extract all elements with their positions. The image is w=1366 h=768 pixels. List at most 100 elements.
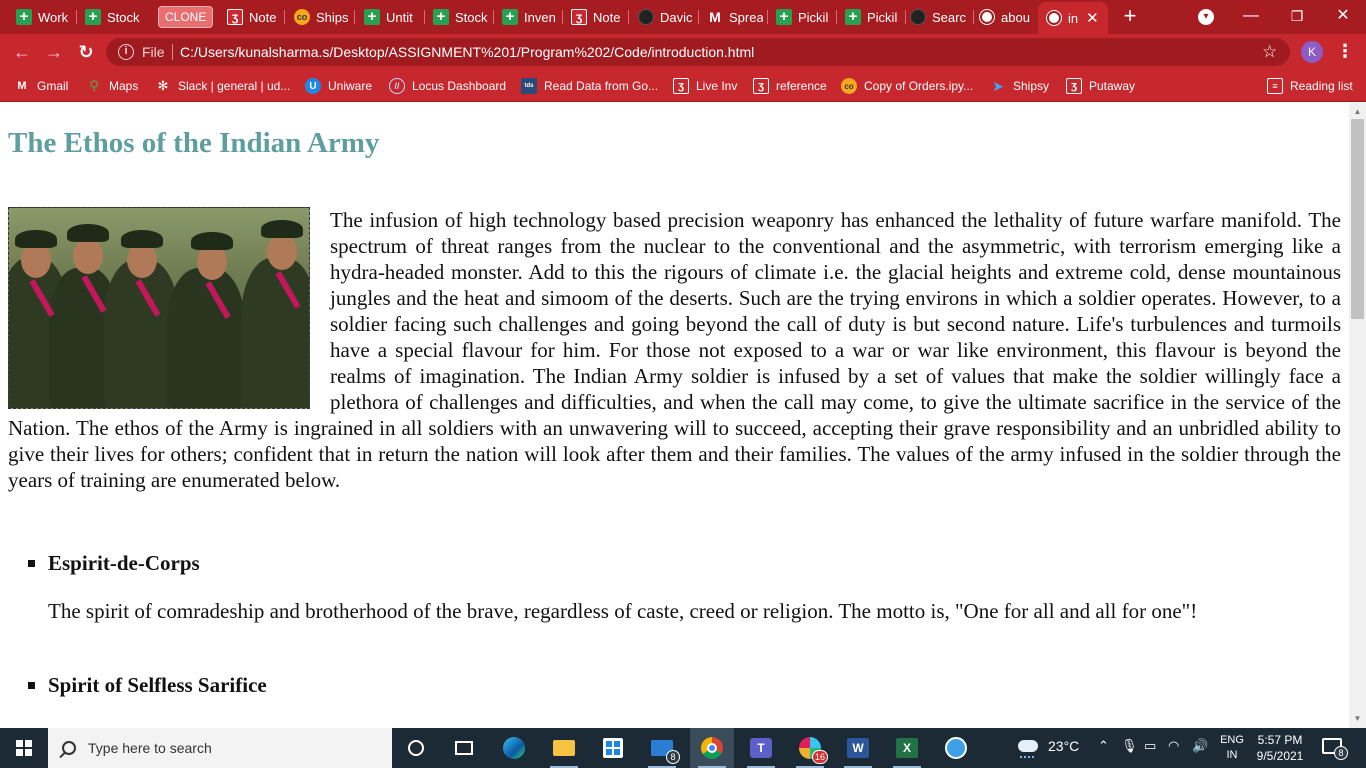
bookmark-read-data[interactable]: Read Data from Go... (521, 77, 658, 95)
minimize-icon[interactable]: — (1236, 4, 1266, 28)
tab-github-search[interactable]: Searc (910, 5, 970, 29)
tab-note-2[interactable]: Note (571, 5, 623, 29)
profile-avatar[interactable]: K (1301, 41, 1323, 63)
tab-inventory[interactable]: Inven (502, 5, 556, 29)
volume-icon[interactable]: 🔊 (1192, 738, 1208, 754)
list-item: Spirit of Selfless Sarifice (28, 672, 1341, 698)
bookmark-reference[interactable]: reference (753, 77, 827, 95)
tab-label: in (1068, 10, 1079, 26)
bookmark-gmail[interactable]: Gmail (14, 77, 68, 95)
windows-taskbar: Type here to search 8 T 16 W X 23°C ⌃ 🎙 … (0, 728, 1366, 768)
menu-kebab-icon[interactable]: ⋮ (1336, 39, 1354, 65)
close-window-icon[interactable]: ✕ (1328, 4, 1358, 28)
microphone-icon[interactable]: 🎙 (1121, 738, 1138, 754)
bookmark-live-inv[interactable]: Live Inv (673, 77, 737, 95)
tab-note[interactable]: Note (227, 5, 279, 29)
bookmark-star-icon[interactable]: ☆ (1262, 42, 1277, 62)
excel-taskbar-button[interactable]: X (893, 734, 921, 768)
weather-widget[interactable]: 23°C (1018, 738, 1080, 758)
tab-stock[interactable]: Stock (85, 5, 141, 29)
battery-icon[interactable]: ▭ (1144, 738, 1156, 754)
system-clock[interactable]: 5:57 PM 9/5/2021 (1254, 732, 1306, 764)
slack-taskbar-button[interactable]: 16 (796, 734, 828, 768)
tab-separator (562, 10, 563, 24)
close-tab-icon[interactable]: ✕ (1086, 9, 1099, 27)
bookmark-shipsy[interactable]: Shipsy (990, 77, 1049, 95)
notebook-icon (1066, 78, 1082, 94)
sheets-icon (776, 9, 792, 25)
github-icon (910, 9, 926, 25)
tab-picking-2[interactable]: Pickil (845, 5, 901, 29)
address-bar[interactable]: i File C:/Users/kunalsharma.s/Desktop/AS… (106, 38, 1290, 66)
tab-picking[interactable]: Pickil (776, 5, 832, 29)
mail-taskbar-button[interactable]: 8 (648, 734, 680, 768)
tab-github-david[interactable]: Davic (638, 5, 694, 29)
tab-separator (76, 10, 77, 24)
tab-introduction-active[interactable]: in ✕ (1038, 2, 1108, 34)
tab-clone[interactable]: CLONE (158, 6, 214, 28)
tab-stock-2[interactable]: Stock (433, 5, 489, 29)
info-icon[interactable]: i (118, 44, 134, 60)
sheets-icon (433, 9, 449, 25)
tab-untitled[interactable]: Untit (364, 5, 418, 29)
temperature: 23°C (1048, 738, 1080, 754)
tab-separator (698, 10, 699, 24)
notification-badge: 8 (1334, 746, 1348, 760)
reading-list-button[interactable]: Reading list (1267, 77, 1353, 95)
tab-about[interactable]: abou (979, 5, 1035, 29)
language-indicator[interactable]: ENG IN (1219, 733, 1245, 763)
gmail-icon (707, 9, 723, 25)
bookmark-copy-orders[interactable]: Copy of Orders.ipy... (841, 77, 973, 95)
scroll-up-arrow-icon[interactable]: ▲ (1349, 105, 1366, 119)
tab-ships[interactable]: Ships (294, 5, 350, 29)
task-view-button[interactable] (450, 734, 478, 762)
globe-icon (1046, 10, 1062, 26)
reading-list-label: Reading list (1290, 79, 1353, 93)
sheets-icon (16, 9, 32, 25)
edge-taskbar-button[interactable] (500, 734, 528, 762)
forward-arrow-icon[interactable]: → (42, 40, 66, 64)
bookmark-locus[interactable]: Locus Dashboard (389, 77, 506, 95)
browser-app-taskbar-button[interactable] (942, 734, 970, 762)
bookmark-label: Putaway (1089, 79, 1136, 93)
cortana-button[interactable] (402, 734, 430, 762)
bookmarks-bar: Gmail Maps Slack | general | ud... Uniwa… (0, 70, 1366, 102)
colab-icon (294, 9, 310, 25)
show-hidden-icons-chevron-icon[interactable]: ⌃ (1098, 738, 1109, 754)
new-tab-button[interactable]: + (1119, 4, 1141, 28)
taskbar-search-box[interactable]: Type here to search (48, 728, 392, 768)
start-button[interactable] (0, 728, 48, 768)
file-explorer-taskbar-button[interactable] (550, 734, 578, 768)
edge-icon (503, 737, 525, 759)
bookmark-uniware[interactable]: Uniware (305, 77, 372, 95)
reading-list-icon (1267, 78, 1283, 94)
scroll-down-arrow-icon[interactable]: ▼ (1349, 712, 1366, 726)
teams-taskbar-button[interactable]: T (747, 734, 775, 768)
tab-separator (284, 10, 285, 24)
reload-icon[interactable]: ↻ (74, 40, 98, 64)
bookmark-slack[interactable]: Slack | general | ud... (155, 77, 290, 95)
restore-icon[interactable]: ❐ (1282, 4, 1312, 28)
bookmark-maps[interactable]: Maps (86, 77, 138, 95)
bookmark-label: Shipsy (1013, 79, 1050, 93)
vertical-scrollbar[interactable]: ▲ ▼ (1349, 103, 1366, 728)
tab-separator (836, 10, 837, 24)
scrollbar-thumb[interactable] (1351, 119, 1364, 319)
url-text[interactable]: C:/Users/kunalsharma.s/Desktop/ASSIGNMEN… (180, 44, 754, 60)
tab-label: Note (249, 9, 277, 25)
sheets-icon (85, 9, 101, 25)
wifi-icon[interactable]: ◠ (1168, 738, 1179, 754)
tab-search-icon[interactable]: ▾ (1198, 9, 1214, 25)
notification-center-icon[interactable]: 8 (1322, 738, 1348, 760)
tab-spreadsheet-mail[interactable]: Sprea (707, 5, 763, 29)
bookmark-putaway[interactable]: Putaway (1066, 77, 1135, 95)
tab-work[interactable]: Work (16, 5, 70, 29)
chrome-taskbar-button[interactable] (698, 734, 726, 768)
back-arrow-icon[interactable]: ← (10, 40, 34, 64)
word-taskbar-button[interactable]: W (844, 734, 872, 768)
github-icon (638, 9, 654, 25)
locus-icon (389, 78, 405, 94)
tab-separator (973, 10, 974, 24)
store-taskbar-button[interactable] (599, 734, 627, 762)
tds-icon (521, 78, 537, 94)
